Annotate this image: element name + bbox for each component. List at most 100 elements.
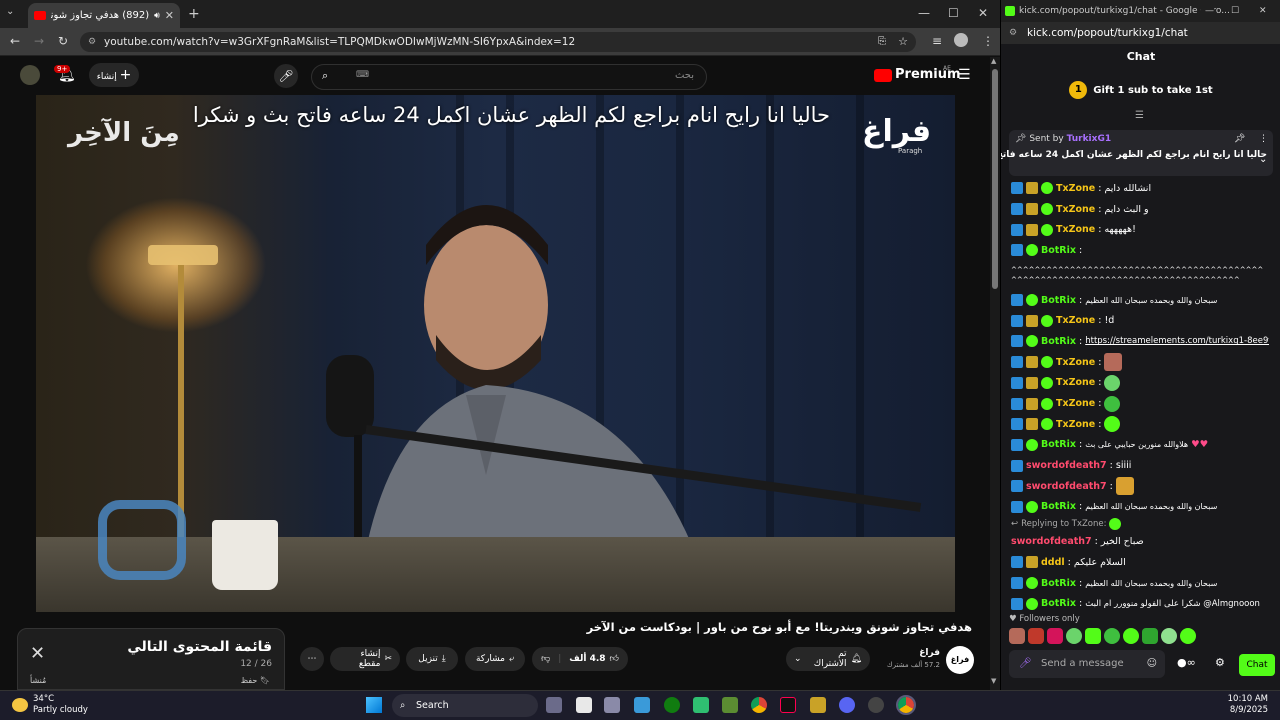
chat-username[interactable]: BotRix	[1041, 245, 1076, 256]
chat-username[interactable]: BotRix	[1041, 439, 1076, 450]
chat-username[interactable]: dddl	[1041, 557, 1065, 568]
search-icon[interactable]: ⌕	[322, 69, 328, 83]
weather-widget[interactable]: 34°C Partly cloudy	[33, 694, 88, 716]
tab-search-icon[interactable]: ⌄	[6, 6, 14, 17]
subscribed-button[interactable]: 🔔︎ تم الاشتراك ⌄	[786, 647, 870, 671]
settings-gear-icon[interactable]: ⚙	[1215, 656, 1225, 669]
minimize-icon[interactable]: —	[1201, 0, 1214, 22]
xbox-icon[interactable]	[664, 697, 680, 713]
site-info-icon[interactable]: ⚙	[88, 32, 96, 52]
chat-username[interactable]: TxZone	[1056, 204, 1095, 215]
chat-username[interactable]: TxZone	[1056, 224, 1095, 235]
pinned-expand-icon[interactable]: ⌄	[1259, 154, 1267, 165]
chat-username[interactable]: TxZone	[1056, 357, 1095, 368]
chat-message-input[interactable]: 🎤︎ Send a message ☺	[1009, 650, 1165, 678]
unpin-icon[interactable]: 📌︎	[1234, 134, 1245, 144]
chat-username[interactable]: TxZone	[1056, 315, 1095, 326]
profile-avatar-icon[interactable]	[954, 33, 968, 47]
chrome-icon[interactable]	[751, 697, 767, 713]
page-scrollbar[interactable]: ▲ ▼	[990, 57, 1000, 690]
maximize-icon[interactable]: ☐	[948, 6, 959, 20]
browser-menu-icon[interactable]: ⋮	[982, 34, 994, 48]
reload-icon[interactable]: ↻	[58, 34, 68, 48]
emote-icon[interactable]	[1123, 628, 1139, 644]
mic-icon[interactable]: 🎤︎	[1019, 650, 1032, 678]
chat-username[interactable]: TxZone	[1056, 377, 1095, 388]
community-icon[interactable]: ●∞	[1177, 656, 1196, 669]
gaming-app-icon[interactable]	[693, 697, 709, 713]
system-clock[interactable]: 10:10 AM 8/9/2025	[1228, 694, 1268, 716]
emote-icon[interactable]	[1085, 628, 1101, 644]
chat-username[interactable]: BotRix	[1041, 598, 1076, 609]
more-actions-button[interactable]: ⋯	[300, 647, 324, 671]
like-dislike-group[interactable]: 👍︎ 4.8 ألف | 👎︎	[532, 647, 628, 671]
chat-username[interactable]: TxZone	[1056, 398, 1095, 409]
windows-start-icon[interactable]	[366, 697, 382, 713]
chat-username[interactable]: swordofdeath7	[1026, 481, 1107, 492]
tab-close-icon[interactable]: ✕	[165, 9, 174, 22]
chat-username[interactable]: BotRix	[1041, 578, 1076, 589]
send-chat-button[interactable]: Chat	[1239, 654, 1275, 676]
clip-button[interactable]: ✂ إنشاء مقطع	[330, 647, 400, 671]
notepad-icon[interactable]	[576, 697, 592, 713]
discord-icon[interactable]	[839, 697, 855, 713]
address-input[interactable]: ⚙ youtube.com/watch?v=w3GrXFgnRaM&list=T…	[80, 32, 916, 52]
channel-name[interactable]: فراغ	[894, 648, 940, 658]
chat-username[interactable]: swordofdeath7	[1011, 536, 1092, 547]
thumbs-down-icon[interactable]: 👎︎	[541, 654, 550, 664]
kick-address-bar[interactable]: ⚙ kick.com/popout/turkixg1/chat	[1001, 22, 1280, 44]
media-control-icon[interactable]: ≡	[932, 34, 942, 48]
app-icon[interactable]	[604, 697, 620, 713]
close-playlist-icon[interactable]: ✕	[30, 643, 45, 664]
emote-icon[interactable]	[1142, 628, 1158, 644]
taskbar-search[interactable]: ⌕ Search	[392, 694, 538, 717]
file-explorer-icon[interactable]	[634, 697, 650, 713]
minimize-icon[interactable]: —	[918, 6, 930, 20]
keyboard-icon[interactable]: ⌨	[356, 70, 369, 80]
forward-icon[interactable]: →	[34, 34, 44, 48]
account-avatar[interactable]	[20, 65, 40, 85]
voice-search-icon[interactable]: 🎤︎	[274, 64, 298, 88]
emoji-icon[interactable]: ☺	[1147, 650, 1157, 678]
pinned-more-icon[interactable]: ⋮	[1259, 134, 1268, 144]
tab-youtube[interactable]: (892) هدفي تجاوز شونق وند... 🔊︎ ✕	[28, 3, 180, 28]
new-tab-button[interactable]: +	[188, 6, 200, 22]
close-window-icon[interactable]: ✕	[978, 6, 988, 20]
tiktok-icon[interactable]	[780, 697, 796, 713]
chat-username[interactable]: TxZone	[1056, 419, 1095, 430]
gift-sub-banner[interactable]: 1 Gift 1 sub to take 1st	[1001, 78, 1280, 104]
chat-username[interactable]: BotRix	[1041, 295, 1076, 306]
collapse-icon[interactable]: ☰	[1135, 110, 1144, 121]
scroll-down-icon[interactable]: ▼	[991, 677, 996, 685]
back-icon[interactable]: ←	[10, 34, 20, 48]
chat-username[interactable]: BotRix	[1041, 336, 1076, 347]
steam-icon[interactable]	[868, 697, 884, 713]
site-info-icon[interactable]: ⚙	[1009, 22, 1017, 44]
scrollbar-thumb[interactable]	[992, 69, 998, 289]
emote-icon[interactable]	[1180, 628, 1196, 644]
thumbs-up-icon[interactable]: 👍︎	[610, 654, 619, 664]
minecraft-icon[interactable]	[722, 697, 738, 713]
emote-icon[interactable]	[1066, 628, 1082, 644]
youtube-logo-icon[interactable]	[874, 69, 892, 82]
emote-icon[interactable]	[1028, 628, 1044, 644]
maximize-icon[interactable]: ☐	[1231, 0, 1240, 22]
emote-icon[interactable]	[1161, 628, 1177, 644]
chat-username[interactable]: swordofdeath7	[1026, 460, 1107, 471]
task-view-icon[interactable]	[546, 697, 562, 713]
download-button[interactable]: ⤓ تنزيل	[406, 647, 458, 671]
emote-icon[interactable]	[1047, 628, 1063, 644]
channel-avatar[interactable]: فراغ	[946, 646, 974, 674]
create-button[interactable]: إنشاء +	[89, 63, 139, 87]
emote-icon[interactable]	[1009, 628, 1025, 644]
share-button[interactable]: ⤶ مشاركة	[465, 647, 525, 671]
chrome-active-icon[interactable]	[896, 695, 916, 715]
emote-icon[interactable]	[1104, 628, 1120, 644]
playlist-save-button[interactable]: 🔖︎ حفظ	[241, 676, 270, 685]
chat-link[interactable]: https://streamelements.com/turkixg1-8ee9…	[1085, 336, 1269, 346]
speaker-icon[interactable]: 🔊︎	[154, 11, 160, 21]
install-app-icon[interactable]: ⎘	[878, 32, 886, 52]
guide-menu-icon[interactable]: ☰	[958, 67, 971, 83]
bookmark-star-icon[interactable]: ☆	[898, 32, 908, 52]
scroll-up-icon[interactable]: ▲	[991, 57, 996, 65]
